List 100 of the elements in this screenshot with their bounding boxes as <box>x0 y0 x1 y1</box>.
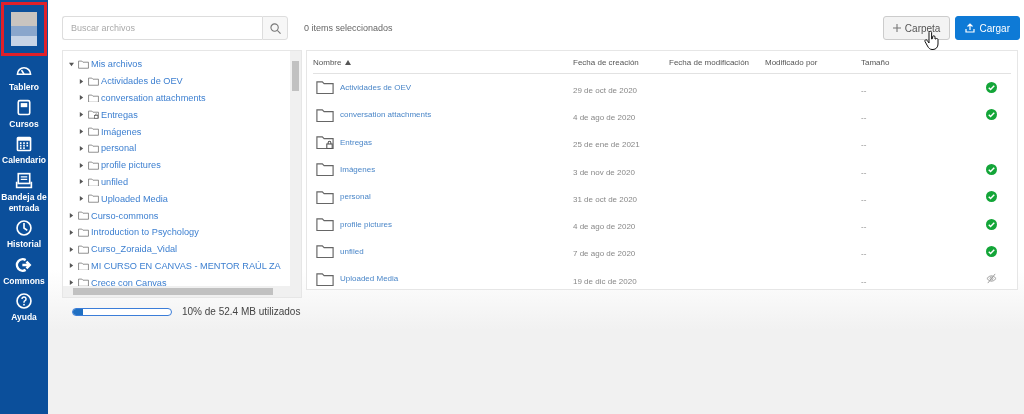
nav-item[interactable]: Commons <box>1 253 47 291</box>
storage-usage-text: 10% de 52.4 MB utilizados <box>182 306 301 317</box>
expand-arrow-icon[interactable] <box>69 213 74 219</box>
tree-folder-link[interactable]: Mis archivos <box>91 59 143 70</box>
clock-icon <box>15 219 33 238</box>
published-check-icon[interactable] <box>985 218 997 230</box>
file-size: -- <box>861 194 867 204</box>
folder-icon <box>88 144 99 153</box>
expand-arrow-icon[interactable] <box>79 78 84 84</box>
column-header[interactable]: Fecha de modificación <box>669 57 765 67</box>
expand-arrow-icon[interactable] <box>79 145 84 151</box>
expand-arrow-icon[interactable] <box>69 229 74 235</box>
date-created: 3 de nov de 2020 <box>573 167 635 177</box>
user-avatar[interactable] <box>1 2 47 56</box>
published-check-icon[interactable] <box>985 109 997 121</box>
selection-count: 0 items seleccionados <box>304 23 393 33</box>
file-name-link[interactable]: unfiled <box>340 246 364 256</box>
file-size: -- <box>861 85 867 95</box>
expand-arrow-icon[interactable] <box>79 179 84 185</box>
calendar-icon <box>15 135 33 154</box>
published-check-icon[interactable] <box>985 245 997 257</box>
tree-folder-link[interactable]: Crece con Canvas <box>91 277 167 286</box>
file-size: -- <box>861 249 867 259</box>
tree-folder-link[interactable]: personal <box>101 143 137 154</box>
book-icon <box>15 98 33 117</box>
locked-folder-icon <box>316 135 334 150</box>
file-size: -- <box>861 167 867 177</box>
nav-item[interactable]: Historial <box>1 217 47 254</box>
tree-folder-link[interactable]: Introduction to Psychology <box>91 227 199 238</box>
expand-arrow-icon[interactable] <box>79 196 84 202</box>
tree-folder-link[interactable]: profile pictures <box>101 160 161 171</box>
tree-folder-link[interactable]: Entregas <box>101 109 138 120</box>
tree-folder-link[interactable]: Uploaded Media <box>101 193 168 204</box>
nav-item[interactable]: Bandeja de entrada <box>1 169 47 218</box>
expand-arrow-icon[interactable] <box>79 112 84 118</box>
file-name-link[interactable]: Imágenes <box>340 165 376 175</box>
folder-icon <box>316 107 334 123</box>
inbox-icon <box>15 171 33 190</box>
folder-icon <box>316 271 334 286</box>
date-created: 4 de ago de 2020 <box>573 222 636 232</box>
vertical-scrollbar[interactable] <box>290 51 301 286</box>
folder-icon <box>78 261 89 271</box>
folder-icon <box>316 216 334 232</box>
expand-arrow-icon[interactable] <box>79 129 84 135</box>
file-name-link[interactable]: profile pictures <box>340 219 393 229</box>
column-header[interactable]: Tamaño <box>861 57 971 67</box>
expand-arrow-icon[interactable] <box>69 263 74 269</box>
file-size: -- <box>861 276 867 286</box>
folder-icon <box>88 127 99 136</box>
nav-item[interactable]: Tablero <box>1 60 47 97</box>
published-check-icon[interactable] <box>985 82 997 94</box>
column-header[interactable]: Nombre <box>313 57 573 67</box>
search-icon[interactable] <box>269 22 281 34</box>
locked-folder-icon <box>88 110 99 120</box>
file-name-link[interactable]: Entregas <box>340 137 373 147</box>
tree-folder-link[interactable]: conversation attachments <box>101 93 206 103</box>
folder-icon <box>88 160 99 170</box>
folder-icon <box>78 60 89 69</box>
expand-arrow-icon[interactable] <box>69 246 74 252</box>
column-header[interactable]: Modificado por <box>765 57 861 67</box>
collapse-arrow-icon[interactable] <box>69 61 74 67</box>
published-check-icon[interactable] <box>985 164 997 176</box>
tree-folder-link[interactable]: Curso-commons <box>91 210 159 221</box>
folder-icon <box>316 189 334 205</box>
file-name-link[interactable]: Actividades de OEV <box>340 83 412 93</box>
tree-folder-link[interactable]: MI CURSO EN CANVAS - MENTOR RAÚL ZA <box>91 260 281 271</box>
nav-item[interactable]: Cursos <box>1 96 47 134</box>
tree-folder-link[interactable]: Actividades de OEV <box>101 76 183 87</box>
tree-folder-link[interactable]: Imágenes <box>101 126 142 137</box>
tree-folder-link[interactable]: unfiled <box>101 176 129 187</box>
folder-icon <box>88 76 99 86</box>
folder-icon <box>88 93 99 103</box>
expand-arrow-icon[interactable] <box>69 280 74 286</box>
folder-icon <box>78 227 89 237</box>
upload-icon <box>965 23 976 33</box>
search-field[interactable]: Buscar archivos <box>62 16 262 40</box>
date-created: 25 de ene de 2021 <box>573 140 640 150</box>
horizontal-scrollbar[interactable] <box>63 286 301 297</box>
column-header[interactable]: Fecha de creación <box>573 57 669 67</box>
nav-item[interactable]: Ayuda <box>1 290 47 327</box>
folder-icon <box>88 194 99 204</box>
published-check-icon[interactable] <box>985 191 997 203</box>
date-created: 7 de ago de 2020 <box>573 249 636 259</box>
expand-arrow-icon[interactable] <box>79 162 84 168</box>
upload-button[interactable]: Cargar <box>955 16 1020 40</box>
nav-item[interactable]: Calendario <box>1 133 47 170</box>
date-created: 29 de oct de 2020 <box>573 85 638 95</box>
date-created: 31 de oct de 2020 <box>573 194 638 204</box>
date-created: 4 de ago de 2020 <box>573 112 636 122</box>
plus-icon <box>892 24 901 32</box>
file-size: -- <box>861 222 867 232</box>
file-name-link[interactable]: Uploaded Media <box>340 274 399 284</box>
file-name-link[interactable]: personal <box>340 192 371 202</box>
folder-icon <box>78 244 89 254</box>
folder-icon <box>316 244 334 259</box>
help-icon <box>15 292 33 311</box>
expand-arrow-icon[interactable] <box>79 95 84 101</box>
tree-folder-link[interactable]: Curso_Zoraida_Vidal <box>91 244 178 255</box>
file-name-link[interactable]: conversation attachments <box>340 110 432 120</box>
folder-icon <box>78 211 89 220</box>
